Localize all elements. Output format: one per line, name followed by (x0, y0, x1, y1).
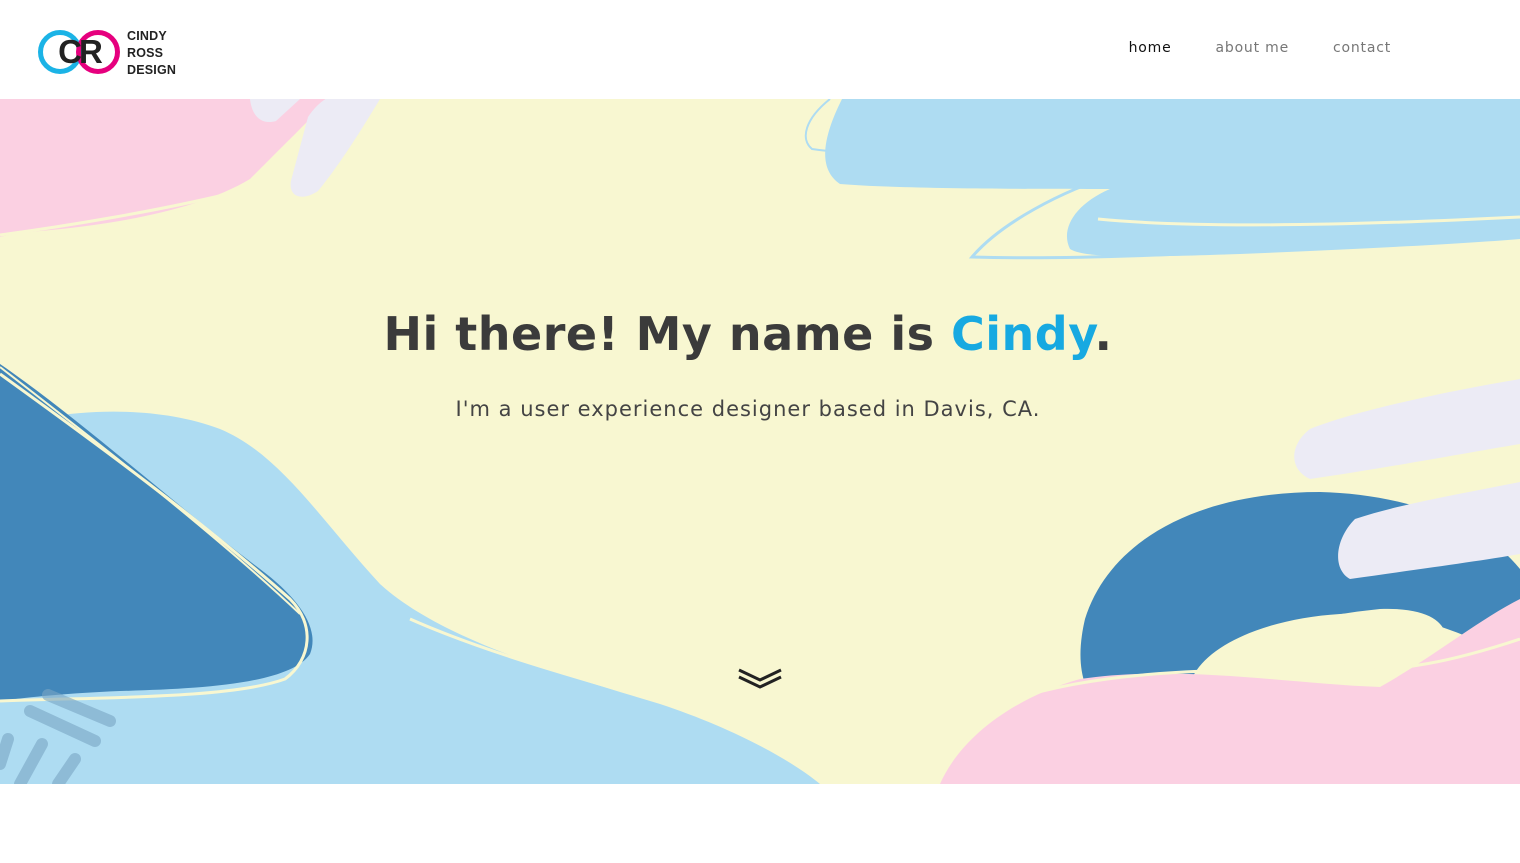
nav-item-about-me[interactable]: about me (1216, 38, 1290, 58)
double-chevron-down-icon (738, 668, 782, 689)
site-logo[interactable]: CR CINDY ROSS DESIGN (38, 27, 188, 77)
nav-item-home[interactable]: home (1129, 38, 1172, 58)
logo-line-2: ROSS (127, 46, 164, 60)
site-header: CR CINDY ROSS DESIGN home about me conta… (0, 0, 1520, 99)
hero-title-prefix: Hi there! My name is (383, 307, 951, 361)
main-nav: home about me contact (1129, 38, 1391, 58)
hero-section: Hi there! My name is Cindy. I'm a user e… (0, 99, 1520, 784)
scroll-down-button[interactable] (736, 666, 784, 692)
hero-title: Hi there! My name is Cindy. (0, 305, 1496, 363)
nav-item-contact[interactable]: contact (1333, 38, 1391, 58)
hero-title-name: Cindy (951, 307, 1095, 361)
hero-title-suffix: . (1094, 307, 1113, 361)
logo-line-3: DESIGN (127, 63, 177, 77)
logo-monogram: CR (58, 33, 103, 70)
hero-subtitle: I'm a user experience designer based in … (455, 397, 1041, 421)
logo-line-1: CINDY (127, 29, 167, 43)
content-below-hero (0, 784, 1520, 863)
logo-wordmark: CINDY ROSS DESIGN (127, 28, 176, 79)
logo-monogram-icon: CR (38, 30, 120, 74)
